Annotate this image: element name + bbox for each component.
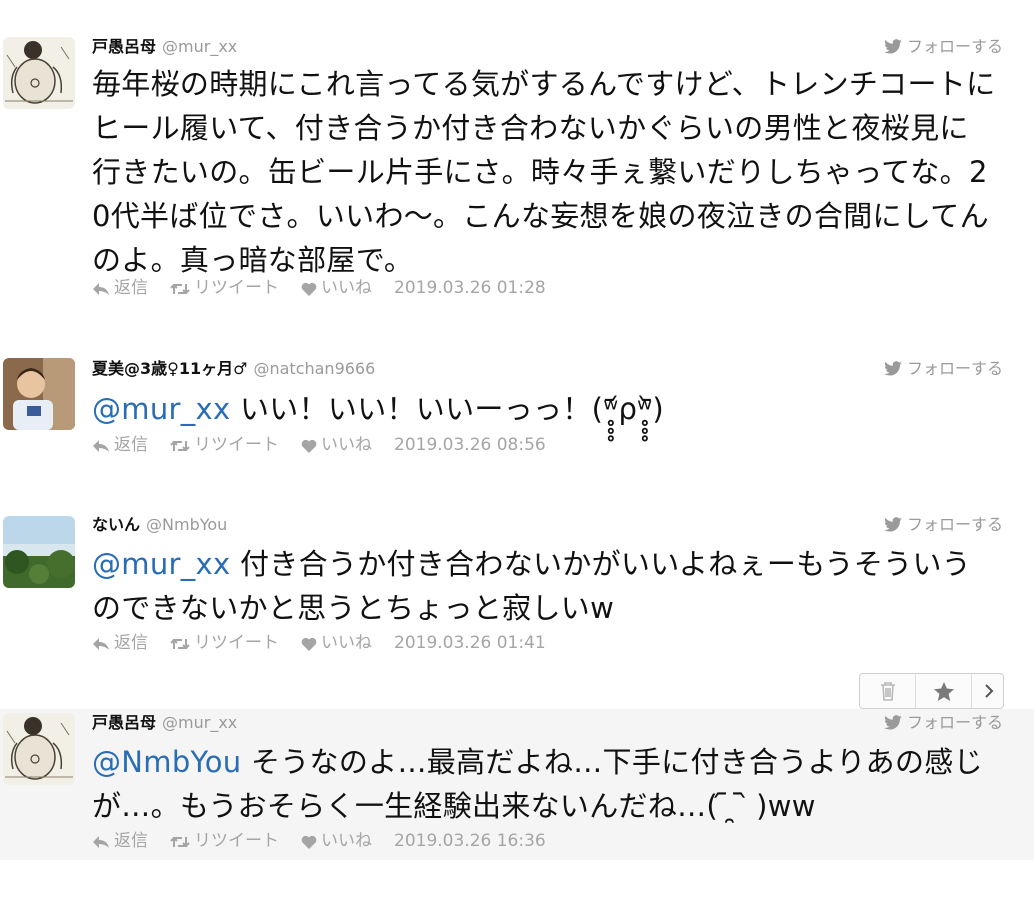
child-photo-avatar-image	[3, 358, 75, 430]
avatar[interactable]	[3, 516, 75, 588]
tweet-body: 毎年桜の時期にこれ言ってる気がするんですけど、トレンチコートにヒール履いて、付き…	[92, 67, 996, 277]
reply-button[interactable]: 返信	[92, 829, 148, 853]
follow-button[interactable]: フォローする	[883, 711, 1003, 735]
reply-icon	[93, 836, 109, 848]
retweet-button[interactable]: リツイート	[170, 829, 279, 853]
display-name[interactable]: 夏美@3歳♀11ヶ月♂	[92, 359, 247, 378]
retweet-button[interactable]: リツイート	[170, 631, 279, 655]
delete-button[interactable]	[860, 674, 916, 708]
tweet-header: 夏美@3歳♀11ヶ月♂ @natchan9666	[92, 357, 375, 381]
follow-label: フォローする	[906, 515, 1003, 534]
tweet-text: @mur_xx 付き合うか付き合わないかがいいよねぇーもうそういうのできないかと…	[92, 542, 997, 630]
star-icon	[933, 681, 954, 701]
user-handle[interactable]: @NmbYou	[146, 515, 227, 534]
heart-icon	[301, 637, 317, 651]
reply-button[interactable]: 返信	[92, 276, 148, 300]
like-button[interactable]: いいね	[301, 433, 372, 457]
follow-button[interactable]: フォローする	[883, 35, 1003, 59]
tweet-1: 戸愚呂母 @mur_xx フォローする 毎年桜の時期にこれ言ってる気がするんですけ…	[0, 0, 1034, 320]
avatar[interactable]	[3, 358, 75, 430]
user-handle[interactable]: @natchan9666	[253, 359, 375, 378]
like-label: いいね	[321, 435, 372, 455]
user-handle[interactable]: @mur_xx	[162, 713, 237, 732]
follow-label: フォローする	[906, 359, 1003, 378]
retweet-icon	[170, 283, 190, 295]
favorite-button[interactable]	[916, 674, 972, 708]
more-button[interactable]	[972, 674, 1005, 708]
display-name[interactable]: 戸愚呂母	[92, 37, 156, 56]
twitter-bird-icon	[884, 517, 902, 532]
like-button[interactable]: いいね	[301, 829, 372, 853]
retweet-label: リツイート	[194, 435, 279, 455]
heart-icon	[301, 835, 317, 849]
follow-label: フォローする	[906, 37, 1003, 56]
timestamp[interactable]: 2019.03.26 01:41	[394, 631, 546, 655]
like-button[interactable]: いいね	[301, 276, 372, 300]
retweet-label: リツイート	[194, 831, 279, 851]
tweet-body: いい！いい！いいーっっ！(ʷ̥̥̥᷄ρʷ̥̥̥᷅)	[230, 392, 665, 426]
mention-link[interactable]: @mur_xx	[92, 392, 230, 426]
display-name[interactable]: 戸愚呂母	[92, 713, 156, 732]
like-button[interactable]: いいね	[301, 631, 372, 655]
tweet-header: 戸愚呂母 @mur_xx	[92, 35, 237, 59]
reply-icon	[93, 283, 109, 295]
twitter-bird-icon	[884, 39, 902, 54]
retweet-label: リツイート	[194, 633, 279, 653]
tweet-text: @mur_xx いい！いい！いいーっっ！(ʷ̥̥̥᷄ρʷ̥̥̥᷅)	[92, 387, 997, 431]
follow-button[interactable]: フォローする	[883, 357, 1003, 381]
retweet-button[interactable]: リツイート	[170, 433, 279, 457]
retweet-icon	[170, 836, 190, 848]
reply-label: 返信	[114, 278, 148, 298]
tweet-actions: 返信 リツイート いいね 2019.03.26 01:28	[92, 276, 546, 300]
twitter-bird-icon	[884, 361, 902, 376]
heart-icon	[301, 282, 317, 296]
tweet-actions: 返信 リツイート いいね 2019.03.26 16:36	[92, 829, 546, 853]
tweet-actions: 返信 リツイート いいね 2019.03.26 01:41	[92, 631, 546, 655]
tweet-2: 夏美@3歳♀11ヶ月♂ @natchan9666 フォローする @mur_xx い…	[0, 320, 1034, 480]
landscape-avatar-image	[3, 516, 75, 588]
drawing-avatar-image	[3, 713, 75, 785]
tweet-tools	[859, 673, 1004, 709]
timestamp[interactable]: 2019.03.26 01:28	[394, 276, 546, 300]
user-handle[interactable]: @mur_xx	[162, 37, 237, 56]
tweet-text: @NmbYou そうなのよ…最高だよね…下手に付き合うよりあの感じが…。もうおそ…	[92, 740, 997, 828]
tweet-4: 戸愚呂母 @mur_xx フォローする @NmbYou そうなのよ…最高だよね…下…	[0, 709, 1034, 860]
mention-link[interactable]: @NmbYou	[92, 745, 241, 779]
like-label: いいね	[321, 278, 372, 298]
retweet-icon	[170, 638, 190, 650]
tweet-header: ないん @NmbYou	[92, 513, 227, 537]
reply-button[interactable]: 返信	[92, 433, 148, 457]
like-label: いいね	[321, 831, 372, 851]
reply-label: 返信	[114, 831, 148, 851]
timestamp[interactable]: 2019.03.26 16:36	[394, 829, 546, 853]
heart-icon	[301, 439, 317, 453]
avatar[interactable]	[3, 713, 75, 785]
tweet-text: 毎年桜の時期にこれ言ってる気がするんですけど、トレンチコートにヒール履いて、付き…	[92, 62, 997, 282]
reply-icon	[93, 440, 109, 452]
like-label: いいね	[321, 633, 372, 653]
chevron-right-icon	[984, 684, 993, 698]
trash-icon	[880, 682, 895, 701]
timestamp[interactable]: 2019.03.26 08:56	[394, 433, 546, 457]
reply-label: 返信	[114, 633, 148, 653]
reply-label: 返信	[114, 435, 148, 455]
reply-icon	[93, 638, 109, 650]
reply-button[interactable]: 返信	[92, 631, 148, 655]
avatar[interactable]	[3, 37, 75, 109]
retweet-button[interactable]: リツイート	[170, 276, 279, 300]
drawing-avatar-image	[3, 37, 75, 109]
display-name[interactable]: ないん	[92, 515, 140, 534]
retweet-label: リツイート	[194, 278, 279, 298]
tweet-3: ないん @NmbYou フォローする @mur_xx 付き合うか付き合わないかがい…	[0, 480, 1034, 670]
follow-button[interactable]: フォローする	[883, 513, 1003, 537]
follow-label: フォローする	[906, 713, 1003, 732]
retweet-icon	[170, 440, 190, 452]
twitter-bird-icon	[884, 715, 902, 730]
mention-link[interactable]: @mur_xx	[92, 547, 230, 581]
tweet-header: 戸愚呂母 @mur_xx	[92, 711, 237, 735]
tweet-actions: 返信 リツイート いいね 2019.03.26 08:56	[92, 433, 546, 457]
